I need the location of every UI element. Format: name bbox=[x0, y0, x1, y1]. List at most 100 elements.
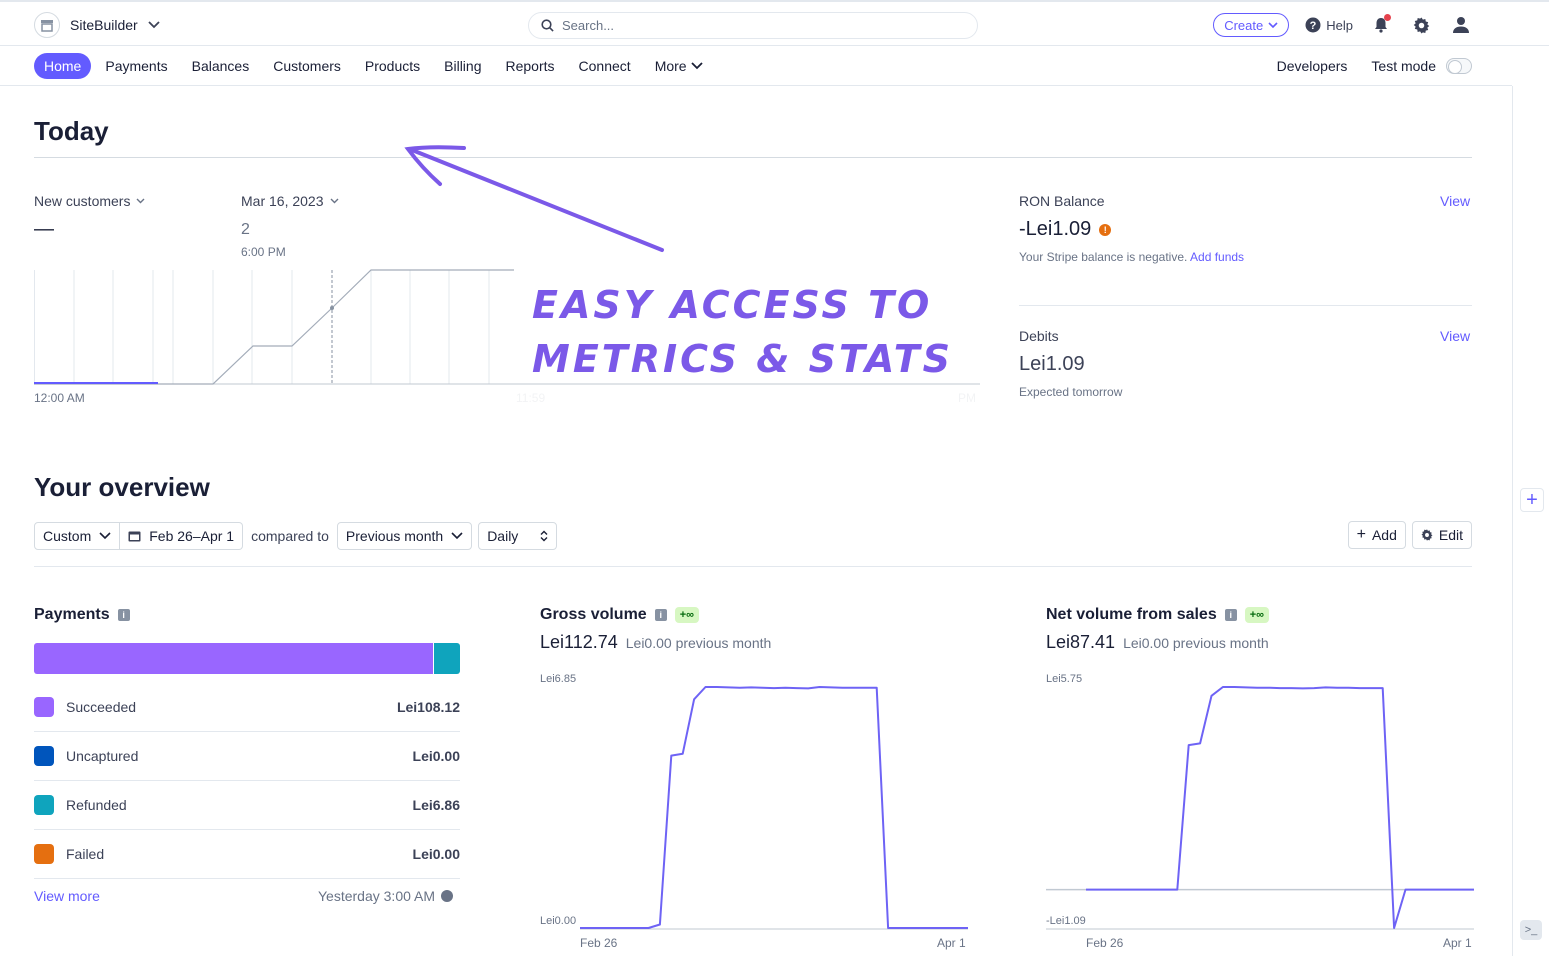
nav-item-customers[interactable]: Customers bbox=[263, 53, 351, 79]
divider bbox=[1019, 305, 1472, 306]
net-volume-chart bbox=[1046, 686, 1474, 930]
metric-select[interactable]: New customers bbox=[34, 193, 145, 209]
nav-item-home[interactable]: Home bbox=[34, 53, 92, 79]
compare-select[interactable]: Previous month bbox=[336, 522, 473, 550]
account-switcher[interactable]: SiteBuilder bbox=[34, 12, 160, 38]
chevron-down-icon bbox=[1268, 21, 1278, 28]
edit-widgets-button[interactable]: Edit bbox=[1411, 521, 1472, 549]
range-select-label: Custom bbox=[43, 528, 92, 544]
add-widget-button[interactable]: + Add bbox=[1347, 521, 1406, 549]
date-select[interactable]: Mar 16, 2023 bbox=[241, 193, 339, 209]
annotation-text: EASY ACCESS TO METRICS & STATS bbox=[532, 278, 953, 386]
add-funds-link[interactable]: Add funds bbox=[1190, 250, 1244, 264]
nav-item-more[interactable]: More bbox=[645, 53, 713, 79]
view-more-link[interactable]: View more bbox=[34, 888, 100, 904]
nav-item-billing[interactable]: Billing bbox=[434, 53, 491, 79]
net-amount-row: Lei87.41 Lei0.00 previous month bbox=[1046, 632, 1269, 653]
divider bbox=[34, 157, 1472, 158]
payment-row-label: Succeeded bbox=[66, 699, 137, 715]
shell-button[interactable]: >_ bbox=[1520, 920, 1542, 940]
test-mode-label: Test mode bbox=[1371, 58, 1436, 74]
payments-bar bbox=[34, 643, 460, 674]
info-icon[interactable]: i bbox=[654, 609, 667, 621]
interval-select[interactable]: Daily bbox=[478, 522, 558, 550]
add-panel-button[interactable]: + bbox=[1520, 488, 1544, 512]
balance-view-link[interactable]: View bbox=[1440, 193, 1470, 209]
terminal-icon: >_ bbox=[1524, 924, 1538, 936]
range-select[interactable]: Custom bbox=[34, 522, 121, 550]
toggle-switch[interactable] bbox=[1446, 58, 1472, 74]
create-label: Create bbox=[1224, 17, 1264, 33]
developers-link[interactable]: Developers bbox=[1277, 58, 1348, 74]
date-select-label: Mar 16, 2023 bbox=[241, 193, 324, 209]
gross-amount: Lei112.74 bbox=[540, 632, 618, 652]
gross-badge: +∞ bbox=[674, 607, 699, 623]
debits-view-link[interactable]: View bbox=[1440, 328, 1470, 344]
test-mode-toggle[interactable]: Test mode bbox=[1371, 58, 1472, 74]
gross-title-row: Gross volume i +∞ bbox=[540, 606, 699, 624]
search-icon bbox=[541, 19, 554, 32]
search-input[interactable] bbox=[562, 18, 942, 33]
today-x-end: PM bbox=[958, 391, 976, 405]
compared-to-label: compared to bbox=[251, 528, 329, 544]
compare-value: 2 bbox=[241, 221, 250, 238]
calendar-icon bbox=[128, 531, 141, 542]
nav-item-balances[interactable]: Balances bbox=[182, 53, 260, 79]
profile-button[interactable] bbox=[1449, 13, 1473, 37]
nav-item-payments[interactable]: Payments bbox=[95, 53, 177, 79]
info-icon[interactable]: i bbox=[1224, 609, 1237, 621]
date-range-label: Feb 26–Apr 1 bbox=[149, 528, 235, 544]
nav-item-reports[interactable]: Reports bbox=[496, 53, 565, 79]
net-series-line bbox=[1086, 686, 1474, 929]
net-amount: Lei87.41 bbox=[1046, 632, 1116, 652]
net-previous: Lei0.00 previous month bbox=[1123, 635, 1269, 651]
payments-title: Payments bbox=[34, 606, 110, 623]
notifications-button[interactable] bbox=[1369, 13, 1393, 37]
chevron-down-icon bbox=[99, 532, 111, 540]
gross-y-max: Lei6.85 bbox=[540, 673, 577, 685]
gross-previous: Lei0.00 previous month bbox=[625, 635, 772, 651]
gear-icon bbox=[1421, 529, 1433, 541]
top-bar: SiteBuilder Create ? Help bbox=[0, 0, 1549, 46]
add-label: Add bbox=[1371, 527, 1397, 543]
payment-row-uncaptured[interactable]: Uncaptured Lei0.00 bbox=[34, 732, 460, 781]
info-icon[interactable]: i bbox=[117, 609, 130, 621]
comparison-line bbox=[34, 269, 514, 385]
header-actions: Create ? Help bbox=[1213, 13, 1473, 37]
gross-title: Gross volume bbox=[540, 606, 647, 623]
date-range-button[interactable]: Feb 26–Apr 1 bbox=[120, 522, 244, 550]
payment-row-failed[interactable]: Failed Lei0.00 bbox=[34, 830, 460, 879]
chevron-down-icon bbox=[451, 532, 463, 540]
bar-segment-succeeded bbox=[34, 643, 435, 674]
store-icon bbox=[34, 12, 60, 38]
net-x-start: Feb 26 bbox=[1086, 936, 1124, 950]
search-bar[interactable] bbox=[528, 12, 978, 39]
swatch bbox=[34, 795, 54, 815]
payments-title-row: Payments i bbox=[34, 606, 130, 624]
net-title-row: Net volume from sales i +∞ bbox=[1046, 606, 1269, 624]
notification-dot bbox=[1384, 14, 1391, 21]
payment-row-amount: Lei6.86 bbox=[412, 797, 460, 813]
bar-segment-refunded bbox=[434, 643, 460, 674]
divider bbox=[34, 566, 1472, 567]
debits-title: Debits bbox=[1019, 328, 1059, 344]
metric-select-label: New customers bbox=[34, 193, 131, 209]
gear-icon bbox=[1413, 17, 1429, 33]
settings-button[interactable] bbox=[1409, 13, 1433, 37]
gross-x-start: Feb 26 bbox=[580, 936, 618, 950]
payment-row-refunded[interactable]: Refunded Lei6.86 bbox=[34, 781, 460, 830]
create-button[interactable]: Create bbox=[1213, 13, 1290, 37]
nav-item-products[interactable]: Products bbox=[355, 53, 430, 79]
swatch bbox=[34, 844, 54, 864]
swatch bbox=[34, 746, 54, 766]
help-button[interactable]: ? Help bbox=[1305, 17, 1353, 33]
compare-select-label: Previous month bbox=[345, 528, 444, 544]
arrow-annotation bbox=[404, 145, 664, 252]
today-title: Today bbox=[34, 116, 109, 146]
nav-right: Developers Test mode bbox=[1277, 58, 1472, 74]
payment-row-amount: Lei108.12 bbox=[396, 699, 460, 715]
payment-row-succeeded[interactable]: Succeeded Lei108.12 bbox=[34, 683, 460, 732]
today-x-mid: 11:59 bbox=[516, 391, 546, 405]
nav-items: Home Payments Balances Customers Product… bbox=[34, 53, 717, 79]
nav-item-connect[interactable]: Connect bbox=[569, 53, 641, 79]
